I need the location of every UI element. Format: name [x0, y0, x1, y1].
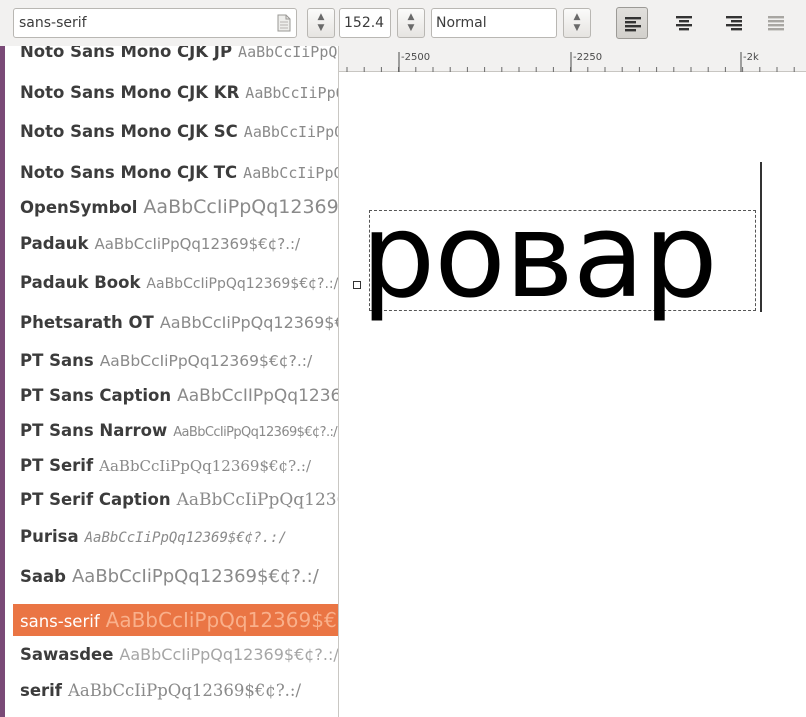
font-size-input[interactable]: [344, 13, 390, 33]
font-sample: AaBbCcIiPpQq12369$€¢?.:/: [67, 681, 302, 700]
drawing-canvas[interactable]: -2500 -2250 -2k ровар: [339, 46, 806, 717]
font-list-item[interactable]: Noto Sans Mono CJK SC AaBbCcIiPpQq12369$€…: [13, 116, 338, 148]
font-sample: AaBbCcIiPpQq12369$€¢?.:/: [243, 164, 338, 182]
canvas-text[interactable]: ровар: [361, 176, 718, 336]
horizontal-ruler[interactable]: -2500 -2250 -2k: [339, 46, 806, 72]
font-sample: AaBbCcIiPpQq12369$€¢?.:/: [176, 490, 338, 510]
font-list-item[interactable]: Saab AaBbCcIiPpQq12369$€¢?.:/: [13, 561, 338, 593]
font-list-item[interactable]: Noto Sans Mono CJK TC AaBbCcIiPpQq12369$€…: [13, 157, 338, 189]
font-name: Padauk: [20, 234, 89, 253]
font-style-spinner[interactable]: ▲ ▼: [563, 8, 591, 38]
ruler-label: -2k: [743, 52, 759, 63]
font-name: Saab: [20, 567, 66, 586]
font-name: Phetsarath OT: [20, 313, 154, 332]
font-size-spinner[interactable]: ▲ ▼: [397, 8, 425, 38]
font-list-item[interactable]: Purisa AaBbCcIiPpQq12369$€¢?.:/: [13, 521, 338, 553]
chevron-up-icon[interactable]: ▲: [308, 12, 334, 23]
font-family-input[interactable]: [19, 13, 259, 33]
font-name: Sawasdee: [20, 645, 114, 664]
font-style-input[interactable]: [436, 13, 554, 33]
font-sample: AaBbCcIiPpQq12369$€¢?.:/: [173, 425, 338, 440]
text-anchor-handle[interactable]: [353, 281, 361, 289]
chevron-up-icon[interactable]: ▲: [398, 12, 424, 23]
font-list-item[interactable]: PT Sans Caption AaBbCcIIPpQq12369$€¢?.:/: [13, 380, 338, 412]
font-name: OpenSymbol: [20, 198, 138, 217]
font-style-field[interactable]: [431, 8, 557, 38]
font-size-field[interactable]: [339, 8, 391, 38]
font-name: PT Serif: [20, 456, 94, 475]
font-list-item-selected[interactable]: sans-serif AaBbCcIiPpQq12369$€¢?.:/: [13, 604, 338, 636]
justify-button[interactable]: [760, 7, 792, 39]
font-list-item[interactable]: PT Sans Narrow AaBbCcIiPpQq12369$€¢?.:/: [13, 415, 338, 447]
font-list-item[interactable]: Phetsarath OT AaBbCcIiPpQq12369$€¢?.:/: [13, 307, 338, 339]
font-name: PT Serif Caption: [20, 490, 171, 509]
chevron-down-icon[interactable]: ▼: [308, 23, 334, 34]
align-left-button[interactable]: [616, 7, 648, 39]
font-sample: AaBbCcIiPpQq12369$€¢?.:/: [84, 530, 287, 546]
font-sample: AaBbCcIiPpQq12369$€¢?.:/: [238, 46, 339, 61]
font-name: Noto Sans Mono CJK JP: [20, 46, 233, 61]
ruler-label: -2500: [401, 52, 431, 63]
font-sample: AaBbCcIiPpQq12369$€¢?.:/: [159, 313, 338, 332]
align-left-icon: [625, 17, 641, 32]
font-name: Padauk Book: [20, 273, 141, 292]
font-sample: AaBbCcIiPpQq12369$€¢?.:/: [143, 196, 339, 218]
font-sample: AaBbCcIIPpQq12369$€¢?.:/: [177, 386, 338, 406]
font-list-item[interactable]: serif AaBbCcIiPpQq12369$€¢?.:/: [13, 675, 338, 707]
font-name: sans-serif: [20, 612, 100, 631]
font-family-combobox[interactable]: [13, 8, 297, 38]
font-name: Purisa: [20, 527, 79, 546]
font-family-dropdown-list[interactable]: Noto Sans Mono CJK JP AaBbCcIiPpQq12369$€…: [0, 46, 339, 717]
font-list-item[interactable]: PT Serif AaBbCcIiPpQq12369$€¢?.:/: [13, 450, 338, 482]
font-sample: AaBbCcIiPpQq12369$€¢?.:/: [146, 276, 339, 292]
font-name: PT Sans Narrow: [20, 421, 168, 440]
font-name: Noto Sans Mono CJK KR: [20, 83, 240, 102]
font-name: Noto Sans Mono CJK TC: [20, 163, 238, 182]
font-sample: AaBbCcIiPpQq12369$€¢?.:/: [105, 608, 338, 632]
ruler-label: -2250: [573, 52, 603, 63]
font-name: serif: [20, 681, 62, 700]
align-justify-icon: [768, 16, 784, 31]
text-cursor: [760, 162, 762, 312]
font-sample: AaBbCcIiPpQq12369$€¢?.:/: [119, 645, 339, 664]
font-list-item[interactable]: Padauk Book AaBbCcIiPpQq12369$€¢?.:/: [13, 267, 339, 299]
align-right-button[interactable]: [718, 7, 750, 39]
window-edge: [0, 46, 5, 717]
chevron-down-icon[interactable]: ▼: [564, 23, 590, 34]
font-sample: AaBbCcIiPpQq12369$€¢?.:/: [94, 235, 301, 253]
font-sample: AaBbCcIiPpQq12369$€¢?.:/: [99, 352, 313, 370]
align-center-button[interactable]: [668, 7, 700, 39]
font-list-item[interactable]: PT Sans AaBbCcIiPpQq12369$€¢?.:/: [13, 345, 338, 377]
font-sample: AaBbCcIiPpQq12369$€¢?.:/: [71, 566, 319, 587]
font-sample: AaBbCcIiPpQq12369$€¢?.:/: [245, 84, 338, 102]
chevron-up-icon[interactable]: ▲: [564, 12, 590, 23]
font-sample: AaBbCcIiPpQq12369$€¢?.:/: [243, 123, 338, 141]
font-list-item[interactable]: PT Serif Caption AaBbCcIiPpQq12369$€¢?.:/: [13, 484, 338, 516]
font-list-item[interactable]: Noto Sans Mono CJK JP AaBbCcIiPpQq12369$€…: [13, 46, 339, 68]
font-list-item[interactable]: Padauk AaBbCcIiPpQq12369$€¢?.:/: [13, 228, 338, 260]
align-right-icon: [726, 16, 742, 31]
font-name: Noto Sans Mono CJK SC: [20, 122, 238, 141]
document-icon[interactable]: [277, 14, 291, 32]
font-list-item[interactable]: Noto Sans Mono CJK KR AaBbCcIiPpQq12369$€…: [13, 77, 338, 109]
font-name: PT Sans Caption: [20, 386, 172, 405]
font-sample: AaBbCcIiPpQq12369$€¢?.:/: [99, 457, 312, 475]
font-family-spinner[interactable]: ▲ ▼: [307, 8, 335, 38]
font-list-item[interactable]: OpenSymbol AaBbCcIiPpQq12369$€¢?.:/: [13, 191, 339, 223]
font-list-item[interactable]: Sawasdee AaBbCcIiPpQq12369$€¢?.:/: [13, 639, 339, 671]
chevron-down-icon[interactable]: ▼: [398, 23, 424, 34]
font-name: PT Sans: [20, 351, 94, 370]
align-center-icon: [676, 16, 692, 31]
text-toolbar: ▲ ▼ ▲ ▼ ▲ ▼: [0, 0, 806, 46]
